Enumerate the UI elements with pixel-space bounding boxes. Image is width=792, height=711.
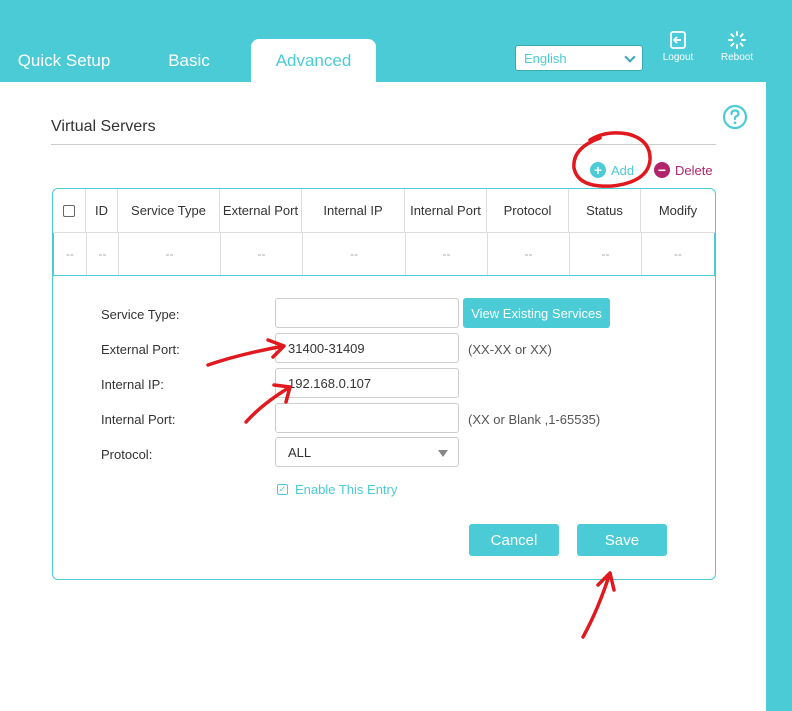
add-label: Add bbox=[611, 162, 635, 178]
internal-ip-input[interactable] bbox=[275, 368, 459, 398]
external-port-hint: (XX-XX or XX) bbox=[468, 342, 552, 357]
reboot-label: Reboot bbox=[720, 52, 754, 63]
row-cell: -- bbox=[406, 233, 488, 275]
internal-port-hint: (XX or Blank ,1-65535) bbox=[468, 412, 601, 427]
save-button[interactable]: Save bbox=[577, 524, 667, 556]
checkmark-icon: ✓ bbox=[277, 484, 288, 495]
page-title: Virtual Servers bbox=[51, 118, 156, 135]
tab-quick-setup[interactable]: Quick Setup bbox=[0, 39, 128, 82]
tab-basic[interactable]: Basic bbox=[128, 39, 250, 82]
internal-ip-label: Internal IP: bbox=[101, 377, 164, 392]
plus-circle-icon: + bbox=[590, 162, 606, 178]
caret-down-icon bbox=[438, 450, 448, 457]
header-external-port: External Port bbox=[220, 189, 302, 232]
header-service-type: Service Type bbox=[118, 189, 220, 232]
row-cell: -- bbox=[119, 233, 221, 275]
header-modify: Modify bbox=[658, 203, 698, 218]
chevron-down-icon bbox=[624, 51, 636, 63]
reboot-button[interactable]: Reboot bbox=[712, 30, 762, 70]
internal-port-label: Internal Port: bbox=[101, 412, 176, 427]
protocol-select[interactable]: ALL bbox=[275, 437, 459, 467]
row-cell: -- bbox=[303, 233, 406, 275]
title-divider bbox=[51, 144, 716, 145]
logout-icon bbox=[670, 31, 686, 49]
delete-label: Delete bbox=[675, 162, 713, 178]
header-protocol: Protocol bbox=[487, 189, 569, 232]
delete-button[interactable]: − Delete bbox=[654, 162, 713, 178]
row-cell: -- bbox=[87, 233, 119, 275]
header-select-all-cell bbox=[53, 189, 86, 232]
help-icon[interactable] bbox=[722, 104, 748, 130]
internal-port-input[interactable] bbox=[275, 403, 459, 433]
table-header: ID Service Type External Port Internal I… bbox=[53, 189, 715, 233]
logout-button[interactable]: Logout bbox=[653, 30, 703, 70]
header-status: Status bbox=[569, 189, 641, 232]
protocol-label: Protocol: bbox=[101, 447, 153, 462]
row-cell: -- bbox=[221, 233, 303, 275]
protocol-value: ALL bbox=[288, 444, 312, 460]
header-internal-ip: Internal IP bbox=[302, 189, 405, 232]
table-row: -- -- -- -- -- -- -- -- -- bbox=[53, 233, 715, 276]
cancel-button[interactable]: Cancel bbox=[469, 524, 559, 556]
service-type-label: Service Type: bbox=[101, 307, 180, 322]
language-value: English bbox=[524, 50, 567, 66]
header-internal-port: Internal Port bbox=[405, 189, 487, 232]
top-nav: Quick Setup Basic Advanced English Logou… bbox=[0, 0, 792, 82]
external-port-input[interactable] bbox=[275, 333, 459, 363]
row-cell: -- bbox=[570, 233, 642, 275]
enable-entry-checkbox[interactable]: ✓ Enable This Entry bbox=[277, 482, 397, 497]
service-type-input[interactable] bbox=[275, 298, 459, 328]
reboot-icon bbox=[728, 31, 746, 49]
external-port-label: External Port: bbox=[101, 342, 180, 357]
row-cell: -- bbox=[488, 233, 570, 275]
logout-label: Logout bbox=[662, 52, 694, 63]
select-all-checkbox[interactable] bbox=[63, 204, 75, 217]
header-id: ID bbox=[86, 189, 118, 232]
virtual-servers-table: ID Service Type External Port Internal I… bbox=[52, 188, 716, 580]
enable-entry-label: Enable This Entry bbox=[295, 482, 398, 497]
language-select[interactable]: English bbox=[515, 45, 643, 71]
tab-advanced[interactable]: Advanced bbox=[251, 39, 376, 82]
minus-circle-icon: − bbox=[654, 162, 670, 178]
main-panel: Virtual Servers + Add − Delete ID Servic… bbox=[0, 82, 766, 711]
add-button[interactable]: + Add bbox=[590, 162, 634, 178]
row-cell: -- bbox=[54, 233, 87, 275]
row-cell: -- bbox=[674, 247, 682, 261]
view-existing-services-button[interactable]: View Existing Services bbox=[463, 298, 610, 328]
